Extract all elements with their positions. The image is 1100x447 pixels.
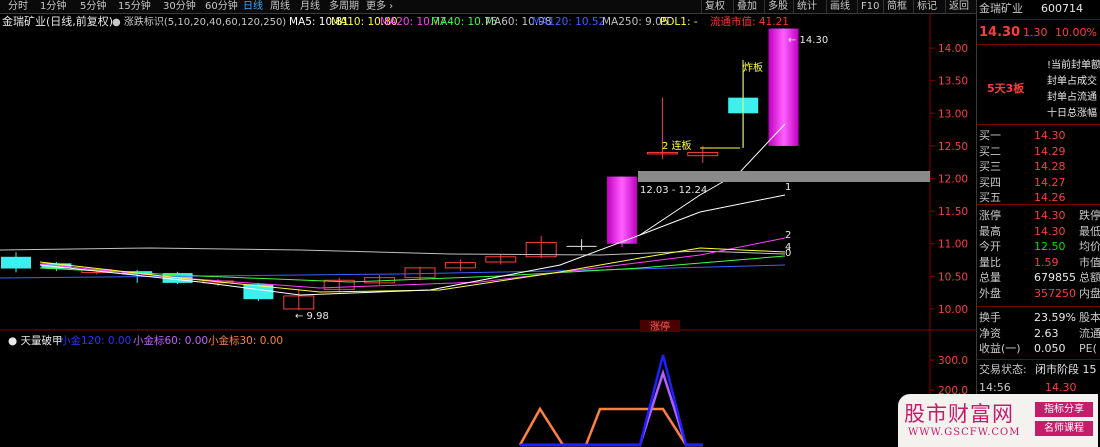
panel-note: !当前封单额 (1047, 60, 1100, 71)
y-tick-label: 11.00 (938, 239, 968, 251)
candle (1, 252, 31, 273)
panel-note: 封单占流通 (1047, 92, 1097, 103)
tick-row: 14:56 14.30 (979, 381, 1077, 394)
limit-tag: 5天3板 (987, 82, 1025, 95)
candle (323, 277, 355, 293)
y-tick-label: 11.50 (938, 206, 968, 218)
y-tick-label: 12.00 (938, 174, 968, 186)
candle (768, 28, 799, 146)
watermark-tag-share[interactable]: 指标分享 (1035, 402, 1093, 417)
stat-row: 净资 2.63 流通 (979, 326, 1100, 340)
stock-code: 600714 (1041, 2, 1083, 15)
panel-note: 十日总涨幅 (1047, 108, 1097, 119)
candle (444, 259, 476, 272)
watermark-logo: 股市财富网 WWW.GSCFW.COM 指标分享 名师课程 (898, 394, 1098, 447)
candle (485, 254, 517, 265)
y-tick-label: 10.00 (938, 304, 968, 316)
ma-end-label: 2 (785, 230, 791, 241)
watermark-title: 股市财富网 (904, 402, 1014, 426)
stat-row: 量比 1.59 市值 (979, 255, 1100, 269)
watermark-url: WWW.GSCFW.COM (908, 427, 1021, 438)
y-tick-label: 12.50 (938, 141, 968, 153)
bid-row: 买四 14.27 (979, 175, 1066, 189)
lower-title: ● 天量破甲 (8, 334, 63, 347)
bid-row: 买一 14.30 (979, 129, 1066, 142)
gap-label: 12.03 - 12.24 (640, 185, 707, 196)
ma-end-label: 0 (785, 248, 791, 259)
lower-tick: 300.0 (938, 355, 968, 367)
legend-ma-6: MA250: 9.05 (602, 16, 669, 28)
last-price: 14.30 (979, 25, 1021, 40)
kline-chart: 金瑞矿业(日线,前复权)● 涨跌标识(5,10,20,40,60,120,250… (0, 13, 976, 447)
bid-row: 买三 14.28 (979, 160, 1066, 173)
legend-indicator: ● 涨跌标识(5,10,20,40,60,120,250) (112, 15, 286, 28)
stat-row: 最高 14.30 最低 (979, 224, 1100, 238)
zhangting-tag-text: 涨停 (650, 320, 670, 333)
y-tick-label: 10.50 (938, 271, 968, 283)
ma-line-4 (39, 247, 786, 293)
stock-name: 金瑞矿业 (979, 2, 1023, 15)
stat-row: 换手 23.59% 股本 (979, 311, 1100, 324)
stat-row: 外盘 357250 内盘 (979, 286, 1100, 300)
lianban-label: 2 连板 (662, 139, 692, 152)
legend-stock: 金瑞矿业(日线,前复权) (2, 14, 113, 28)
legend-ma-8: 流通市值: 41.21 (710, 15, 789, 28)
lower-legend-0: 小金120: 0.00 (60, 334, 131, 347)
legend-ma-7: PDL1: - (660, 16, 698, 28)
status-row: 交易状态: 闭市阶段 15 (979, 363, 1097, 376)
price-change: 1.30 (1023, 26, 1048, 39)
ma-end-label: 1 (785, 182, 791, 193)
gap-bar (638, 171, 930, 182)
panel-note: 封单占成交 (1047, 76, 1097, 87)
watermark-tag-course[interactable]: 名师课程 (1035, 421, 1093, 436)
legend-ma-5: MA120: 10.52 (532, 16, 605, 28)
stat-row: 今开 12.50 均价 (979, 240, 1100, 253)
stat-row: 涨停 14.30 跌停 (979, 209, 1100, 222)
stock-title-row: 金瑞矿业 600714 (979, 1, 1100, 16)
stat-row: 收益(一) 0.050 PE( (979, 342, 1097, 355)
bid-row: 买五 14.26 (979, 191, 1066, 204)
y-tick-label: 13.50 (938, 76, 968, 88)
bid-row: 买二 14.29 (979, 144, 1066, 158)
candle (566, 239, 597, 251)
stat-row: 总量 679855 总额 (979, 271, 1100, 284)
candle (283, 289, 315, 311)
y-tick-label: 13.00 (938, 108, 968, 120)
lower-legend-2: 小金标30: 0.00 (208, 334, 283, 347)
price-row: 14.30 1.30 10.00% (979, 24, 1100, 42)
lower-blue-line (520, 354, 703, 447)
ma-line-3 (39, 237, 786, 289)
lower-legend-1: 小金标60: 0.00 (133, 334, 208, 347)
zhaban-label: 炸板 (743, 61, 763, 74)
high-price-label: ← 14.30 (788, 35, 828, 46)
price-pct: 10.00% (1055, 26, 1097, 39)
candle (607, 176, 637, 247)
low-price-label: ← 9.98 (295, 311, 329, 322)
quote-panel: 金瑞矿业 600714 14.30 1.30 10.00% 5天3板 !当前封单… (976, 0, 1100, 447)
y-tick-label: 14.00 (938, 43, 968, 55)
